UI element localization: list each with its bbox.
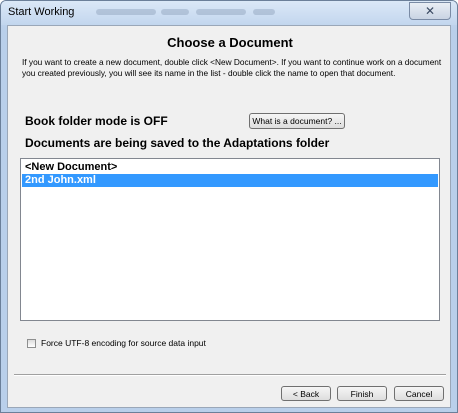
background-title-blur xyxy=(96,9,156,15)
separator xyxy=(14,374,446,376)
finish-button[interactable]: Finish xyxy=(337,386,387,401)
force-utf8-label: Force UTF-8 encoding for source data inp… xyxy=(41,338,206,348)
book-folder-mode-label: Book folder mode is OFF xyxy=(25,114,168,128)
background-title-blur xyxy=(196,9,246,15)
back-button[interactable]: < Back xyxy=(281,386,331,401)
cancel-button[interactable]: Cancel xyxy=(394,386,444,401)
list-item-new-document[interactable]: <New Document> xyxy=(22,161,438,174)
force-utf8-option[interactable]: Force UTF-8 encoding for source data inp… xyxy=(27,338,206,348)
force-utf8-checkbox[interactable] xyxy=(27,338,36,348)
instructions-text: If you want to create a new document, do… xyxy=(22,57,442,78)
start-working-window: Start Working ✕ Choose a Document If you… xyxy=(0,0,458,413)
close-icon: ✕ xyxy=(424,4,436,18)
background-title-blur xyxy=(253,9,275,15)
close-button[interactable]: ✕ xyxy=(409,2,451,20)
what-is-document-button[interactable]: What is a document? ... xyxy=(249,113,345,129)
window-title: Start Working xyxy=(8,6,75,18)
dialog-heading: Choose a Document xyxy=(167,35,293,50)
list-item-2nd-john[interactable]: 2nd John.xml xyxy=(22,174,438,187)
dialog-body: Choose a Document If you want to create … xyxy=(7,25,451,408)
title-bar[interactable]: Start Working ✕ xyxy=(1,1,457,25)
save-location-label: Documents are being saved to the Adaptat… xyxy=(25,136,330,150)
document-list[interactable]: <New Document> 2nd John.xml xyxy=(20,158,440,321)
background-title-blur xyxy=(161,9,189,15)
